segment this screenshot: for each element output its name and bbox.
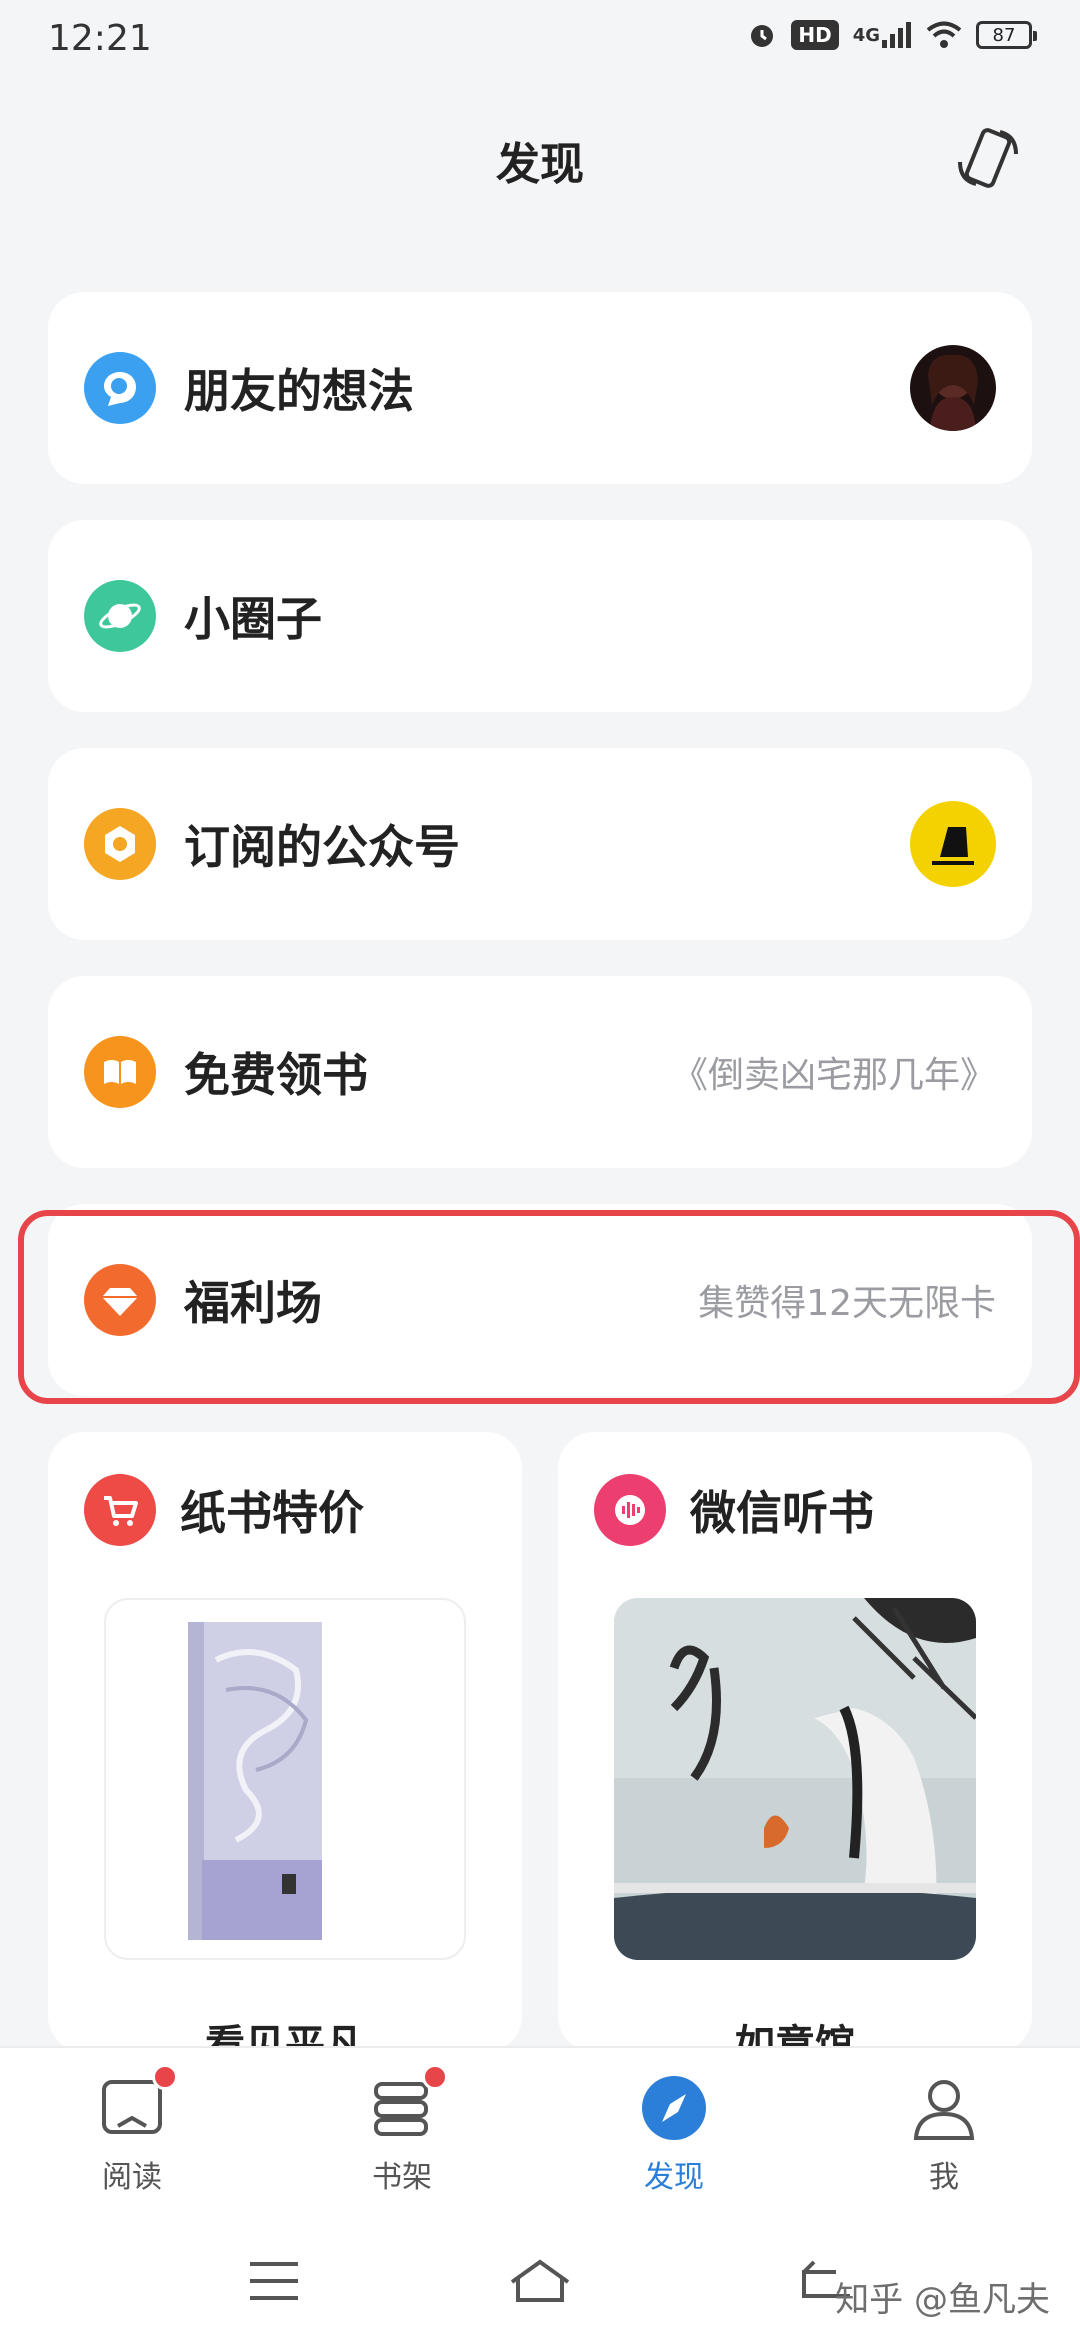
tile-title: 纸书特价 [180, 1486, 364, 1540]
status-time: 12:21 [48, 18, 152, 59]
tab-bookshelf[interactable]: 书架 [322, 2064, 482, 2196]
tile-header: 纸书特价 [84, 1474, 364, 1546]
card-subscriptions[interactable]: 订阅的公众号 [48, 748, 1032, 940]
hd-badge: HD [791, 20, 839, 50]
home-icon[interactable] [508, 2256, 570, 2306]
subscription-icon [84, 808, 156, 880]
notification-badge [422, 2064, 448, 2090]
card-label: 免费领书 [184, 1048, 368, 1102]
tab-read[interactable]: 阅读 [52, 2064, 212, 2196]
menu-icon[interactable] [244, 2256, 304, 2306]
bookshelf-icon [366, 2064, 448, 2144]
card-label: 小圈子 [184, 592, 322, 646]
tab-label: 我 [929, 2160, 959, 2195]
tab-label: 书架 [372, 2160, 432, 2195]
free-book-title: 《倒卖凶宅那几年》 [671, 1055, 996, 1096]
planet-icon [84, 580, 156, 652]
card-small-circle[interactable]: 小圈子 [48, 520, 1032, 712]
tab-me[interactable]: 我 [864, 2072, 1024, 2196]
rotate-phone-icon[interactable] [952, 122, 1024, 194]
highlight-frame [18, 1210, 1080, 1404]
book-open-icon [84, 1036, 156, 1108]
system-navigation-bar: 知乎 @鱼凡夫 [0, 2220, 1080, 2340]
page-title: 发现 [496, 139, 584, 190]
tile-title: 微信听书 [690, 1486, 874, 1540]
tab-discover[interactable]: 发现 [594, 2072, 754, 2196]
battery-indicator: 87 [976, 21, 1037, 49]
card-label: 订阅的公众号 [184, 820, 460, 874]
card-label: 朋友的想法 [184, 364, 414, 418]
network-type: 4G [852, 24, 880, 46]
friend-thoughts-icon [84, 352, 156, 424]
book-cover-image[interactable] [104, 1598, 466, 1960]
status-bar: 12:21 HD 4G 87 [0, 0, 1080, 80]
notification-badge [152, 2064, 178, 2090]
user-icon [908, 2072, 980, 2144]
compass-icon [638, 2072, 710, 2144]
tile-header: 微信听书 [594, 1474, 874, 1546]
alarm-icon [747, 20, 777, 50]
official-account-logo [910, 801, 996, 887]
tile-paper-book-deals[interactable]: 纸书特价 看见平凡 [48, 1432, 522, 2052]
read-book-icon [96, 2064, 178, 2144]
tile-wechat-audiobooks[interactable]: 微信听书 如意馆 [558, 1432, 1032, 2052]
card-free-books[interactable]: 免费领书 《倒卖凶宅那几年》 [48, 976, 1032, 1168]
tab-label: 阅读 [102, 2160, 162, 2195]
card-friend-thoughts[interactable]: 朋友的想法 [48, 292, 1032, 484]
wifi-icon [926, 21, 962, 49]
cart-icon [84, 1474, 156, 1546]
watermark-text: 知乎 @鱼凡夫 [835, 2280, 1050, 2320]
status-icons: HD 4G 87 [747, 20, 1037, 50]
audio-wave-icon [594, 1474, 666, 1546]
friend-avatar [910, 345, 996, 431]
signal-icon: 4G [853, 22, 912, 48]
audiobook-cover-image[interactable] [614, 1598, 976, 1960]
tab-label: 发现 [644, 2160, 704, 2195]
bottom-tab-bar: 阅读 书架 发现 我 [0, 2046, 1080, 2220]
